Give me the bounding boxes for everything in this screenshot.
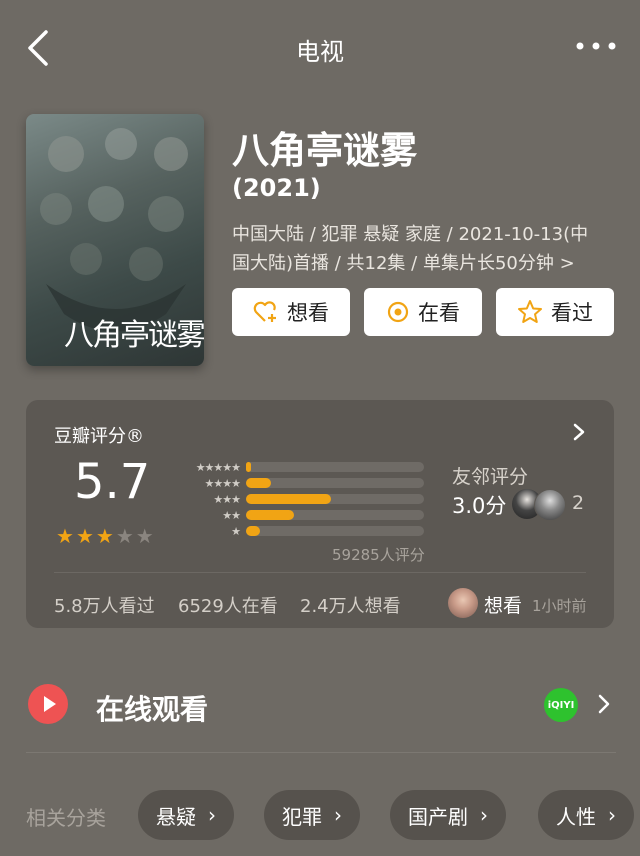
category-chip-label: 犯罪 xyxy=(282,804,322,829)
recent-activity-time: 1小时前 xyxy=(532,597,587,615)
avatar[interactable] xyxy=(448,588,478,618)
category-chip[interactable]: 人性 › xyxy=(538,790,634,840)
watched-button[interactable]: 看过 xyxy=(496,288,614,336)
rating-bar-row: ★ xyxy=(176,524,424,538)
chevron-right-icon: › xyxy=(608,803,616,827)
chevron-right-icon: › xyxy=(334,803,342,827)
rating-bar-track xyxy=(246,510,424,520)
poster-image[interactable]: 八角亭谜雾 xyxy=(26,114,204,366)
chevron-right-icon[interactable] xyxy=(598,694,610,714)
rating-bar-track xyxy=(246,462,424,472)
rating-bar-fill xyxy=(246,494,332,504)
chevron-right-icon: › xyxy=(480,803,488,827)
watching-count[interactable]: 6529人在看 xyxy=(178,592,278,618)
category-chip-label: 国产剧 xyxy=(408,804,468,829)
ratings-count: 59285人评分 xyxy=(332,546,425,564)
target-icon xyxy=(387,301,409,323)
chevron-right-icon: › xyxy=(208,803,216,827)
movie-title: 八角亭谜雾 xyxy=(232,129,417,172)
page-title: 电视 xyxy=(296,38,344,66)
rating-bar-fill xyxy=(246,510,295,520)
rating-score: 5.7 xyxy=(74,454,151,510)
iqiyi-icon[interactable]: iQIYI xyxy=(544,688,578,722)
rating-card-title: 豆瓣评分® xyxy=(54,426,144,447)
watched-label: 看过 xyxy=(551,301,593,325)
rating-bar-row: ★★★ xyxy=(176,492,424,506)
watching-button[interactable]: 在看 xyxy=(364,288,482,336)
rating-bar-track xyxy=(246,478,424,488)
star-outline-icon xyxy=(518,300,542,323)
card-divider xyxy=(54,572,586,573)
want-to-watch-label: 想看 xyxy=(287,301,329,325)
rating-stars: ★ ★ ★ ★ ★ xyxy=(56,524,156,548)
rating-bar-stars: ★★★ xyxy=(213,492,241,506)
friends-rating-score: 3.0分 xyxy=(452,494,507,518)
chevron-right-icon[interactable] xyxy=(572,422,586,442)
friends-count: 2 xyxy=(572,492,585,514)
watching-label: 在看 xyxy=(418,301,460,325)
star-empty-icon: ★ xyxy=(115,524,134,548)
category-chip[interactable]: 悬疑 › xyxy=(138,790,234,840)
avatar xyxy=(534,489,566,521)
friends-rating-label: 友邻评分 xyxy=(452,466,529,488)
section-divider xyxy=(26,752,616,753)
poster-title-text: 八角亭谜雾 xyxy=(64,318,204,353)
play-icon xyxy=(28,684,68,724)
star-filled-icon: ★ xyxy=(95,524,114,548)
category-chip-label: 人性 xyxy=(556,804,596,829)
star-empty-icon: ★ xyxy=(135,524,154,548)
more-dots-icon[interactable] xyxy=(574,38,618,54)
rating-bar-fill xyxy=(246,462,252,472)
watch-online-row[interactable]: 在线观看 iQIYI xyxy=(0,676,640,736)
rating-bar-row: ★★★★ xyxy=(176,476,424,490)
star-filled-icon: ★ xyxy=(56,524,74,548)
recent-activity-action: 想看 xyxy=(484,595,523,617)
watch-online-label: 在线观看 xyxy=(96,693,209,726)
rating-bar-fill xyxy=(246,526,261,536)
want-to-watch-button[interactable]: 想看 xyxy=(232,288,350,336)
heart-plus-icon xyxy=(253,301,276,322)
category-chip-label: 悬疑 xyxy=(156,804,196,829)
rating-bar-stars: ★ xyxy=(231,524,241,538)
movie-year: (2021) xyxy=(232,174,321,202)
rating-bar-row: ★★★★★ xyxy=(176,460,424,474)
friend-avatars[interactable] xyxy=(512,488,572,521)
wish-count[interactable]: 2.4万人想看 xyxy=(300,592,401,618)
rating-bar-row: ★★ xyxy=(176,508,424,522)
related-categories-label: 相关分类 xyxy=(26,806,106,830)
star-filled-icon: ★ xyxy=(75,524,94,548)
rating-bar-stars: ★★ xyxy=(222,508,241,522)
rating-bar-track xyxy=(246,526,424,536)
category-chip[interactable]: 犯罪 › xyxy=(264,790,360,840)
movie-meta[interactable]: 中国大陆 / 犯罪 悬疑 家庭 / 2021-10-13(中国大陆)首播 / 共… xyxy=(232,220,602,278)
seen-count[interactable]: 5.8万人看过 xyxy=(54,592,155,618)
rating-card[interactable]: 豆瓣评分® 5.7 ★ ★ ★ ★ ★ ★★★★★ ★★★★ ★★★ ★★ ★ 59285人评分… xyxy=(26,400,614,628)
rating-bar-stars: ★★★★★ xyxy=(195,460,241,474)
top-bar: 电视 xyxy=(0,0,640,92)
rating-bar-fill xyxy=(246,478,271,488)
category-chip[interactable]: 国产剧 › xyxy=(390,790,506,840)
rating-bar-track xyxy=(246,494,424,504)
rating-bar-stars: ★★★★ xyxy=(204,476,241,490)
